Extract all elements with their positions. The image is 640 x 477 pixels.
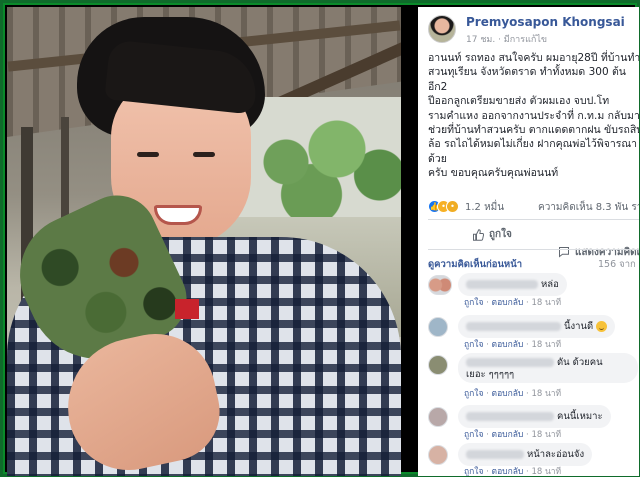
author-name[interactable]: Premyosapon Khongsai [466, 15, 625, 29]
comment-meta: ถูกใจ · ตอบกลับ · 18 นาที [464, 430, 562, 440]
redacted-name [466, 412, 554, 421]
comment-bubble: หล่อ [458, 273, 567, 296]
reactions-bar[interactable]: 👍 • • 1.2 หมื่น ความคิดเห็น 8.3 พัน รายก… [428, 199, 639, 215]
comment-like-link[interactable]: ถูกใจ [464, 389, 483, 399]
post-header: Premyosapon Khongsai 17 ชม. · มีการแก้ไข [428, 15, 638, 47]
comment-reply-link[interactable]: ตอบกลับ [492, 430, 524, 440]
comment-reply-link[interactable]: ตอบกลับ [492, 340, 524, 350]
comments-count-label: 156 จาก 8,31 [598, 259, 639, 270]
divider [428, 249, 639, 250]
comment-bubble: คนนี้เหมาะ [458, 405, 611, 428]
comment-bubble: ดัน ด้วยคน เยอะ ๆๆๆๆๆ [458, 353, 638, 383]
post-panel: Premyosapon Khongsai 17 ชม. · มีการแก้ไข… [418, 7, 639, 476]
comment-reply-link[interactable]: ตอบกลับ [492, 389, 524, 399]
comment-text: หล่อ [541, 279, 559, 290]
comment-meta: ถูกใจ · ตอบกลับ · 18 นาที [464, 298, 562, 308]
comment-item: หน้าละอ่อนจัง ถูกใจ · ตอบกลับ · 18 นาที [428, 443, 639, 476]
comment-time: 18 นาที [531, 298, 562, 308]
smile-emoji-icon [596, 321, 608, 332]
post-photo[interactable] [7, 7, 401, 476]
comment-like-link[interactable]: ถูกใจ [464, 467, 483, 476]
post-text: อานนท์ รถทอง สนใจครับ ผมอายุ28ปี ที่บ้าน… [428, 52, 639, 180]
comment-text: คนนี้เหมาะ [557, 411, 603, 422]
comment-text: หน้าละอ่อนจัง [527, 449, 585, 460]
author-avatar[interactable] [428, 15, 456, 43]
redacted-name [466, 322, 561, 331]
comment-reply-link[interactable]: ตอบกลับ [492, 298, 524, 308]
reaction-icons[interactable]: 👍 • • [428, 200, 464, 213]
comment-bubble: หน้าละอ่อนจัง [458, 443, 593, 466]
commenter-avatar[interactable] [428, 407, 448, 427]
comment-text: ดัน ด้วยคน [557, 357, 603, 368]
comment-meta: ถูกใจ · ตอบกลับ · 18 นาที [464, 467, 562, 476]
commenter-avatar[interactable] [428, 355, 448, 375]
like-button-label: ถูกใจ [489, 229, 512, 240]
comment-time: 18 นาที [531, 467, 562, 476]
comment-text-line2: เยอะ ๆๆๆๆๆ [466, 369, 515, 380]
redacted-name [466, 280, 538, 289]
thumbs-up-icon [473, 228, 484, 241]
redacted-name [466, 450, 524, 459]
comment-reply-link[interactable]: ตอบกลับ [492, 467, 524, 476]
comment-meta: ถูกใจ · ตอบกลับ · 18 นาที [464, 340, 562, 350]
comment-bubble: นี้งานดี [458, 315, 616, 338]
person-eye [193, 152, 215, 157]
comment-time: 18 นาที [531, 430, 562, 440]
comment-icon [559, 247, 569, 258]
person-eye [137, 152, 159, 157]
commenter-avatar[interactable] [428, 275, 452, 295]
haha-icon: • [446, 200, 459, 213]
screenshot-frame: Premyosapon Khongsai 17 ชม. · มีการแก้ไข… [3, 3, 639, 476]
post-actions: ถูกใจ แสดงความคิดเห็น [428, 225, 639, 258]
comment-meta: ถูกใจ · ตอบกลับ · 18 นาที [464, 389, 562, 399]
comment-item: ดัน ด้วยคน เยอะ ๆๆๆๆๆ ถูกใจ · ตอบกลับ · … [428, 353, 639, 401]
comment-time: 18 นาที [531, 340, 562, 350]
background-trees [235, 97, 401, 227]
post-meta[interactable]: 17 ชม. · มีการแก้ไข [466, 32, 547, 46]
commenter-avatar[interactable] [428, 317, 448, 337]
comment-like-link[interactable]: ถูกใจ [464, 430, 483, 440]
comment-time: 18 นาที [531, 389, 562, 399]
redacted-name [466, 358, 554, 367]
comment-count[interactable]: ความคิดเห็น 8.3 พัน รายการ [538, 200, 639, 215]
comment-like-link[interactable]: ถูกใจ [464, 340, 483, 350]
like-button[interactable]: ถูกใจ [472, 227, 512, 242]
comment-text: นี้งานดี [564, 321, 594, 332]
reaction-count[interactable]: 1.2 หมื่น [465, 200, 504, 215]
divider [428, 219, 639, 220]
view-previous-comments-link[interactable]: ดูความคิดเห็นก่อนหน้า [428, 257, 522, 272]
comment-like-link[interactable]: ถูกใจ [464, 298, 483, 308]
red-undershirt [175, 299, 199, 319]
commenter-avatar[interactable] [428, 445, 448, 465]
